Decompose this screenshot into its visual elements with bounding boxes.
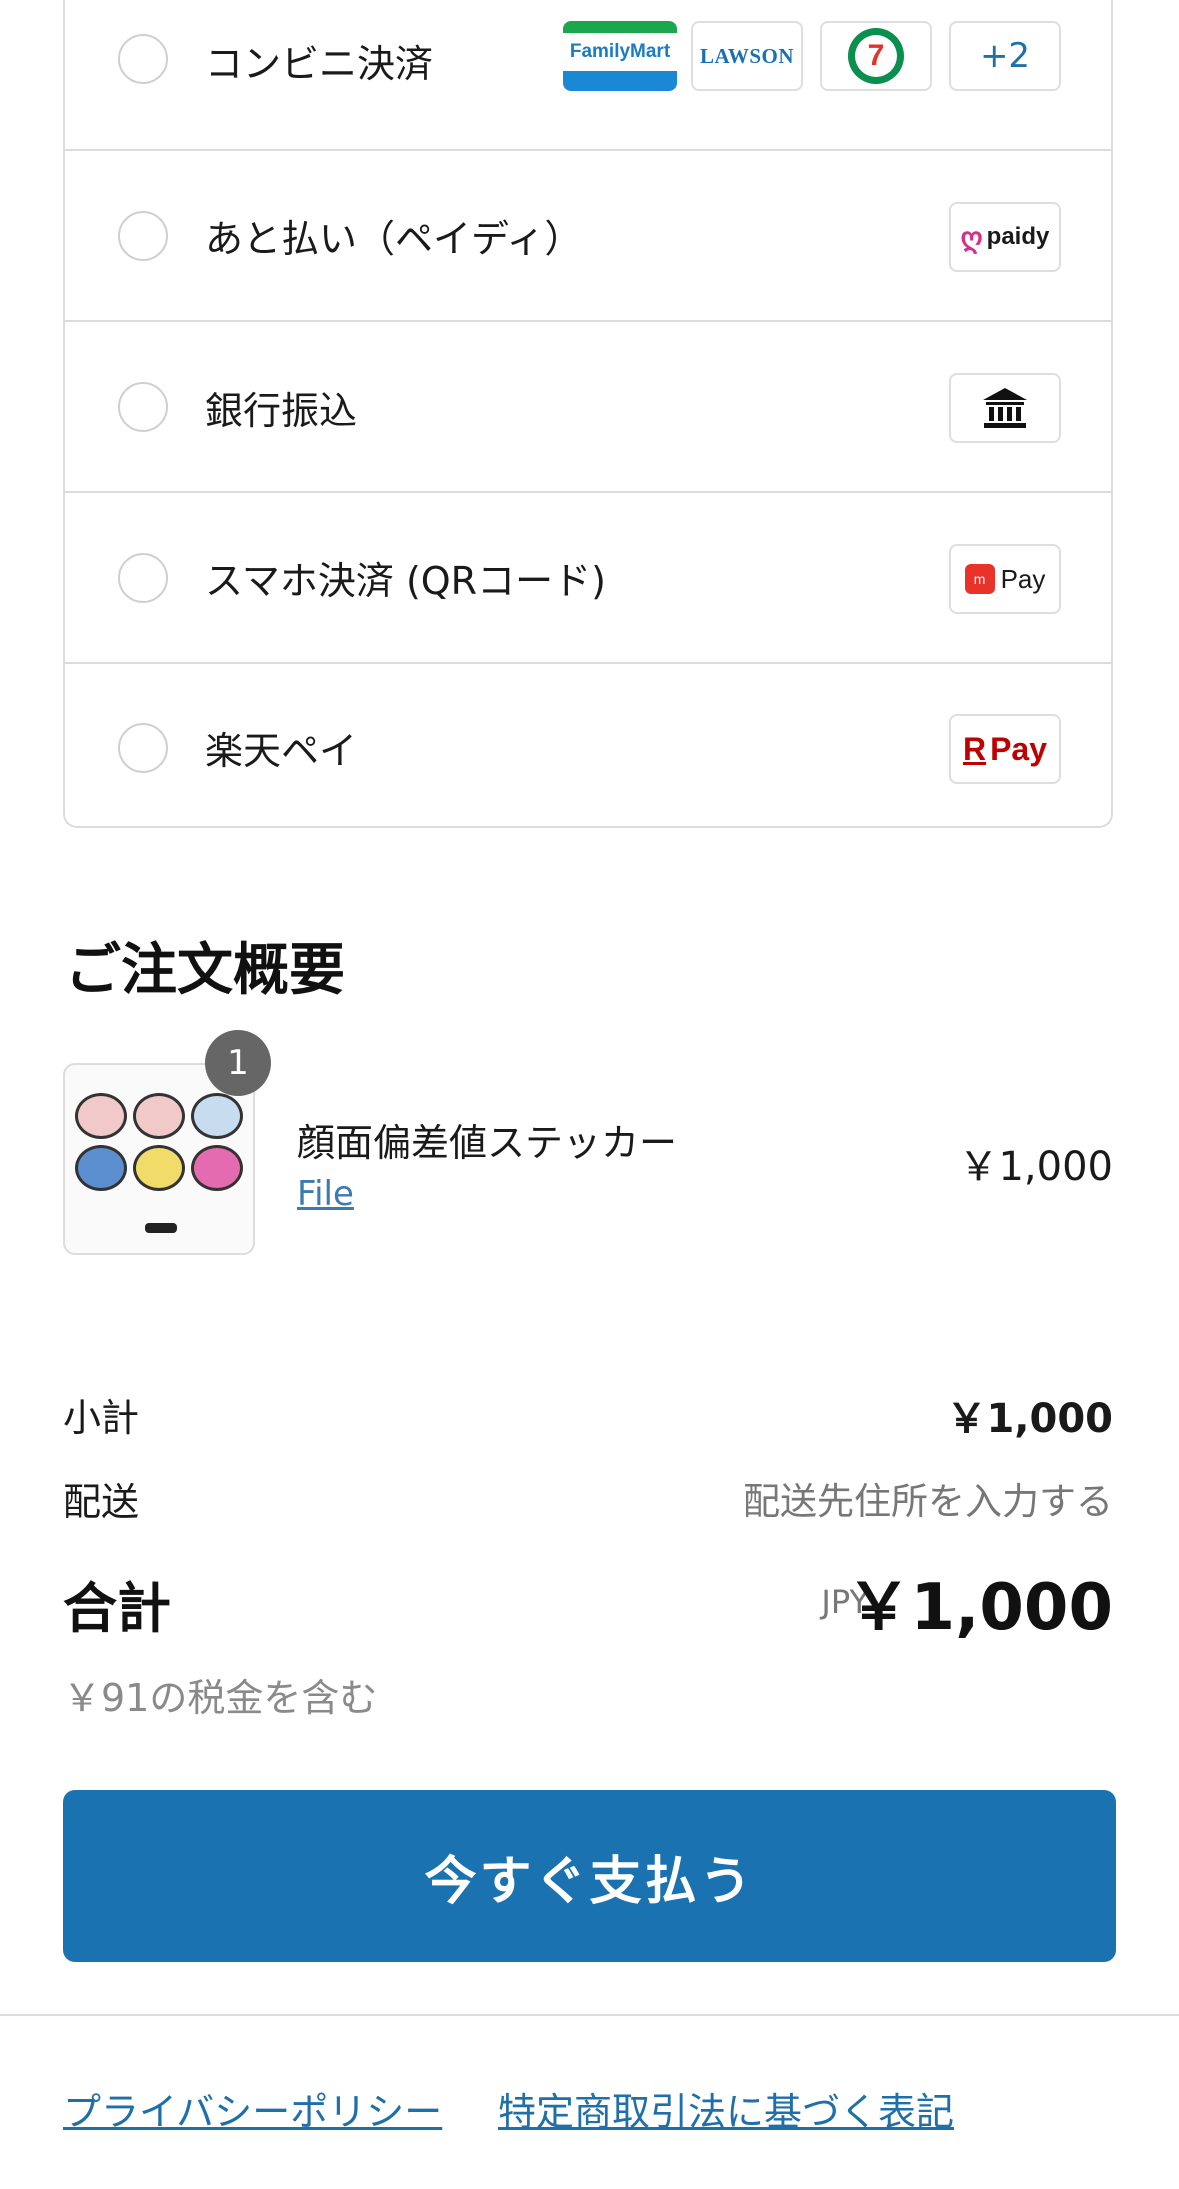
- privacy-policy-link[interactable]: プライバシーポリシー: [63, 2081, 442, 2136]
- payment-option-label: コンビニ決済: [205, 42, 434, 86]
- tax-note: ￥91の税金を含む: [63, 1676, 378, 1720]
- radio-qr[interactable]: [118, 553, 168, 603]
- more-stores-badge: +2: [949, 21, 1061, 91]
- lawson-logo: LAWSON: [691, 21, 803, 91]
- radio-paidy[interactable]: [118, 211, 168, 261]
- tokushoho-link[interactable]: 特定商取引法に基づく表記: [498, 2081, 954, 2136]
- payment-option-paidy[interactable]: あと払い（ペイディ） ღ paidy: [65, 151, 1111, 322]
- paidy-mark-icon: ღ: [960, 221, 983, 253]
- subtotal-label: 小計: [63, 1396, 140, 1440]
- familymart-logo: FamilyMart: [563, 21, 677, 91]
- product-price: ￥1,000: [958, 1144, 1113, 1190]
- subtotal-value: ￥1,000: [946, 1396, 1113, 1442]
- bank-icon: [949, 373, 1061, 443]
- payment-option-label: スマホ決済 (QRコード): [205, 559, 606, 603]
- radio-rakuten-pay[interactable]: [118, 723, 168, 773]
- payment-option-qr[interactable]: スマホ決済 (QRコード) m Pay: [65, 493, 1111, 664]
- payment-option-label: あと払い（ペイディ）: [205, 217, 583, 261]
- rakuten-pay-logo: R Pay: [949, 714, 1061, 784]
- sticker-faces-image: [75, 1093, 243, 1191]
- footer-divider: [0, 2014, 1179, 2016]
- radio-bank-transfer[interactable]: [118, 382, 168, 432]
- shipping-value: 配送先住所を入力する: [743, 1480, 1113, 1523]
- paidy-logo: ღ paidy: [949, 202, 1061, 272]
- payment-option-rakuten-pay[interactable]: 楽天ペイ R Pay: [65, 664, 1111, 835]
- merpay-logo: m Pay: [949, 544, 1061, 614]
- radio-konbini[interactable]: [118, 34, 168, 84]
- order-summary-title: ご注文概要: [65, 938, 345, 1003]
- product-variant-link[interactable]: File: [297, 1174, 354, 1214]
- payment-option-bank-transfer[interactable]: 銀行振込: [65, 322, 1111, 493]
- payment-option-konbini[interactable]: コンビニ決済 FamilyMart LAWSON 7 +2: [65, 0, 1111, 151]
- quantity-badge: 1: [205, 1030, 271, 1096]
- payment-option-label: 楽天ペイ: [205, 729, 358, 773]
- total-value: ￥1,000: [846, 1571, 1113, 1645]
- product-name: 顔面偏差値ステッカー: [297, 1121, 678, 1165]
- shipping-label: 配送: [63, 1480, 140, 1524]
- seven-eleven-logo: 7: [820, 21, 932, 91]
- payment-methods-list: コンビニ決済 FamilyMart LAWSON 7 +2 あと払い（ペイディ）…: [63, 0, 1113, 828]
- merpay-mark-icon: m: [964, 564, 995, 594]
- total-label: 合計: [63, 1577, 171, 1640]
- pay-now-button[interactable]: 今すぐ支払う: [63, 1790, 1116, 1962]
- payment-option-label: 銀行振込: [205, 389, 358, 433]
